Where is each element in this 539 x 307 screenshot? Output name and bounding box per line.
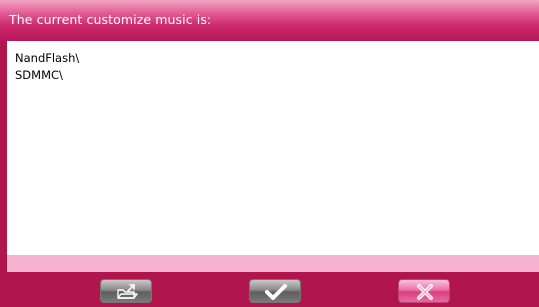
dialog-title: The current customize music is: <box>9 12 212 27</box>
confirm-button[interactable] <box>249 279 301 303</box>
music-path-list[interactable]: NandFlash\ SDMMC\ <box>7 41 539 255</box>
left-frame-strip <box>0 41 7 255</box>
status-strip <box>7 255 539 272</box>
bottom-toolbar <box>0 272 539 307</box>
browse-folder-button[interactable] <box>100 279 152 303</box>
list-item-sdmmc[interactable]: SDMMC\ <box>15 68 63 82</box>
close-x-icon <box>417 284 433 300</box>
title-bar: The current customize music is: <box>0 0 539 41</box>
list-item-nandflash[interactable]: NandFlash\ <box>15 51 79 65</box>
folder-export-icon <box>117 284 138 299</box>
checkmark-icon <box>265 284 287 300</box>
customize-music-dialog: The current customize music is: NandFlas… <box>0 0 539 307</box>
bottom-frame-strip <box>0 255 7 272</box>
cancel-button[interactable] <box>398 279 450 303</box>
